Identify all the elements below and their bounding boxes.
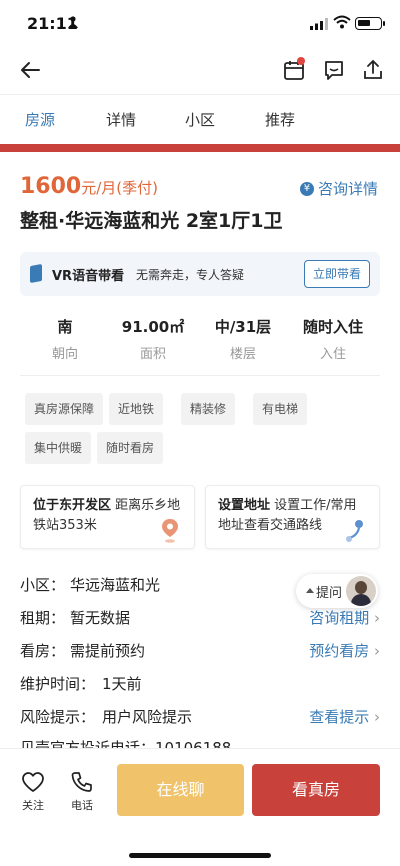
set-address-title: 设置地址	[218, 498, 271, 513]
info-key: 小区：	[20, 576, 66, 594]
phone-label[interactable]: 电话	[62, 797, 102, 813]
cellular-signal-icon	[310, 18, 328, 30]
ask-question-button[interactable]: 提问	[296, 574, 378, 608]
tab-listing[interactable]: 房源	[25, 109, 55, 130]
info-value: 用户风险提示	[102, 708, 193, 726]
fact-area: 91.00㎡ 面积	[108, 316, 198, 362]
vr-icon	[30, 263, 42, 284]
fact-orientation: 南 朝向	[20, 316, 110, 362]
fact-key: 入住	[319, 347, 346, 362]
price-unit: 元/月(季付)	[81, 179, 158, 197]
share-icon[interactable]	[361, 58, 385, 82]
info-row-risk: 风险提示： 用户风险提示 查看提示	[20, 706, 380, 730]
info-key: 租期：	[20, 609, 66, 627]
phone-icon[interactable]	[70, 771, 94, 793]
battery-level	[358, 20, 370, 26]
fact-move-in: 随时入住 入住	[288, 316, 378, 362]
feature-tag: 真房源保障	[25, 393, 104, 425]
section-divider	[0, 144, 400, 152]
info-key: 风险提示：	[20, 708, 96, 726]
price-value: 1600	[20, 174, 82, 199]
online-chat-button[interactable]: 在线聊	[117, 764, 244, 816]
info-row-maintenance: 维护时间： 1天前	[20, 673, 380, 697]
yen-icon: ¥	[299, 181, 314, 196]
tab-details[interactable]: 详情	[106, 109, 136, 130]
caret-up-icon	[306, 588, 314, 593]
fact-value: 随时入住	[302, 318, 363, 336]
view-risk-link[interactable]: 查看提示	[309, 706, 380, 727]
info-value: 华远海蓝和光	[70, 576, 161, 594]
info-value: 1天前	[102, 675, 142, 693]
fact-value: 91.00㎡	[121, 318, 185, 336]
bottom-action-bar: 关注 电话 在线聊 看真房	[0, 748, 400, 866]
fact-value: 中/31层	[214, 318, 272, 336]
location-card-title: 位于东开发区	[33, 498, 112, 513]
wifi-icon	[333, 15, 351, 29]
feature-tag: 随时看房	[97, 432, 164, 464]
fact-key: 楼层	[229, 347, 256, 362]
fact-key: 面积	[139, 347, 166, 362]
consult-lease-link[interactable]: 咨询租期	[309, 607, 380, 628]
nav-bar	[0, 48, 400, 94]
map-pin-icon	[162, 519, 178, 543]
feature-tag: 近地铁	[109, 393, 164, 425]
vr-start-button[interactable]: 立即带看	[304, 260, 370, 288]
info-row-lease: 租期： 暂无数据 咨询租期	[20, 607, 380, 631]
vr-subtitle: 无需奔走，专人答疑	[136, 268, 245, 282]
vr-tour-banner[interactable]: VR语音带看 无需奔走，专人答疑 立即带看	[20, 252, 380, 296]
person-icon	[68, 16, 78, 28]
price: 1600元/月(季付)	[20, 174, 158, 199]
fact-value: 南	[57, 318, 73, 336]
tab-community[interactable]: 小区	[185, 109, 215, 130]
feature-tag: 集中供暖	[25, 432, 92, 464]
section-tabs: 房源 详情 小区 推荐	[0, 94, 400, 144]
route-icon	[346, 520, 363, 542]
ask-label: 提问	[316, 586, 343, 601]
home-indicator	[129, 853, 271, 858]
complaint-hotline-text: 贝壳官方投诉电话：10106188	[20, 739, 232, 748]
feature-tag: 精装修	[181, 393, 236, 425]
follow-label[interactable]: 关注	[13, 797, 53, 813]
info-row-viewing: 看房： 需提前预约 预约看房	[20, 640, 380, 664]
location-card[interactable]: 位于东开发区 距离乐乡地铁站353米	[20, 485, 195, 549]
feature-tag: 有电梯	[253, 393, 308, 425]
info-key: 维护时间：	[20, 675, 96, 693]
fact-key: 朝向	[51, 347, 78, 362]
consult-details-link[interactable]: ¥ 咨询详情	[299, 178, 378, 199]
tab-recommend[interactable]: 推荐	[265, 109, 295, 130]
info-value: 需提前预约	[70, 642, 146, 660]
message-icon[interactable]	[322, 58, 346, 82]
view-real-house-button[interactable]: 看真房	[252, 764, 380, 816]
notification-dot	[297, 57, 305, 65]
heart-icon[interactable]	[21, 771, 45, 793]
info-key: 看房：	[20, 642, 66, 660]
listing-title: 整租·华远海蓝和光 2室1厅1卫	[20, 210, 283, 232]
info-value: 暂无数据	[70, 609, 131, 627]
book-viewing-link[interactable]: 预约看房	[309, 640, 380, 661]
consult-details-label: 咨询详情	[317, 180, 378, 198]
set-address-card[interactable]: 设置地址 设置工作/常用地址查看交通路线	[205, 485, 380, 549]
battery-icon	[355, 17, 385, 30]
key-facts: 南 朝向 91.00㎡ 面积 中/31层 楼层 随时入住 入住	[20, 310, 380, 376]
fact-floor: 中/31层 楼层	[198, 316, 288, 362]
agent-avatar	[346, 576, 376, 606]
vr-label: VR语音带看	[52, 269, 125, 284]
back-arrow-icon[interactable]	[18, 58, 42, 82]
status-bar: 21:11	[0, 0, 400, 48]
